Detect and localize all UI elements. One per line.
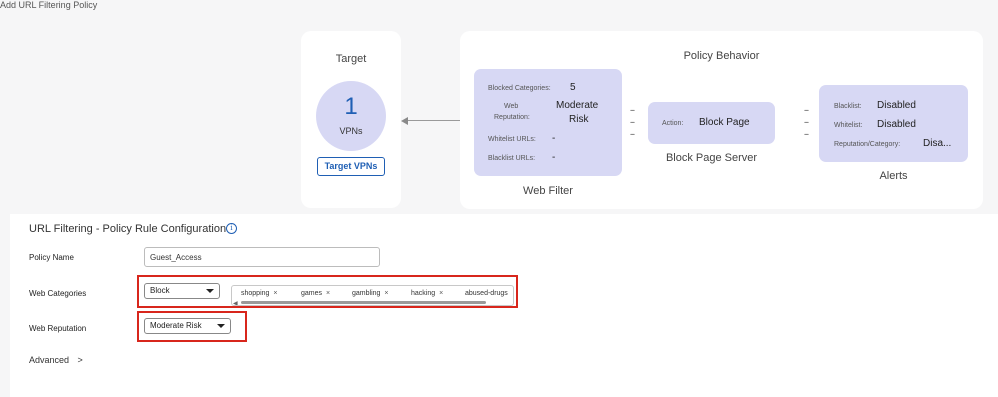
action-value: Block Page (699, 117, 750, 128)
category-tag: shopping × (241, 290, 278, 297)
target-count: 1 (344, 93, 358, 120)
scroll-left-icon[interactable]: ◀ (233, 300, 238, 305)
category-tag: gambling × (352, 290, 389, 297)
alerts-box: Blacklist: Disabled Whitelist: Disabled … (819, 85, 968, 162)
web-reputation-value-line2: Risk (569, 114, 589, 125)
blacklist-urls-label: Blacklist URLs: (488, 155, 536, 162)
category-tag: games × (301, 290, 331, 297)
web-categories-tags-field[interactable]: shopping × games × gambling × hacking × abus… (231, 285, 514, 306)
blocked-categories-value: 5 (570, 82, 576, 93)
chevron-right-icon: > (77, 355, 83, 365)
policy-name-label: Policy Name (29, 253, 74, 262)
target-vpn-count-circle: 1 VPNs (316, 81, 386, 151)
remove-tag-icon[interactable]: × (273, 290, 277, 297)
chevron-down-icon (217, 324, 225, 328)
tags-scrollbar-thumb[interactable] (241, 301, 486, 304)
connector-dashes-right: -- -- -- (804, 105, 809, 139)
alerts-caption: Alerts (879, 170, 908, 182)
alert-blacklist-label: Blacklist: (834, 103, 862, 110)
target-unit: VPNs (339, 126, 363, 136)
alert-blacklist-value: Disabled (877, 100, 916, 111)
action-label: Action: (662, 120, 684, 127)
alert-reputation-value: Disa... (923, 138, 952, 149)
block-page-server-caption: Block Page Server (665, 152, 758, 164)
alert-whitelist-label: Whitelist: (834, 122, 863, 129)
arrow-left-icon (401, 117, 408, 125)
blocked-categories-label: Blocked Categories: (488, 85, 551, 92)
web-reputation-select[interactable]: Moderate Risk (144, 318, 231, 334)
config-section-title: URL Filtering - Policy Rule Configuratio… (29, 223, 227, 235)
alert-reputation-label: Reputation/Category: (834, 141, 901, 148)
advanced-label: Advanced (29, 355, 70, 365)
web-filter-caption: Web Filter (523, 185, 573, 197)
category-tag: hacking × (411, 290, 444, 297)
block-page-box: Action: Block Page (648, 102, 775, 144)
blacklist-urls-value: - (552, 152, 556, 163)
web-reputation-label-line2: Reputation: (494, 114, 530, 121)
connector-arrow-line (404, 120, 460, 121)
web-categories-action-select[interactable]: Block (144, 283, 220, 299)
web-reputation-value: Moderate Risk (150, 321, 202, 330)
page-title: Add URL Filtering Policy (0, 0, 98, 10)
target-vpns-button[interactable]: Target VPNs (317, 157, 385, 176)
web-reputation-label-line1: Web (504, 103, 519, 110)
target-card: Target 1 VPNs Target VPNs (301, 31, 401, 208)
whitelist-urls-label: Whitelist URLs: (488, 136, 536, 143)
remove-tag-icon[interactable]: × (439, 290, 443, 297)
target-title: Target (335, 53, 367, 65)
web-reputation-value-line1: Moderate (556, 100, 599, 111)
whitelist-urls-value: - (552, 133, 556, 144)
remove-tag-icon[interactable]: × (326, 290, 330, 297)
web-filter-box: Blocked Categories: 5 Web Reputation: Mo… (474, 69, 622, 176)
web-categories-label: Web Categories (29, 289, 87, 298)
alert-whitelist-value: Disabled (877, 119, 916, 130)
web-reputation-label: Web Reputation (29, 324, 87, 333)
advanced-toggle[interactable]: Advanced > (29, 355, 83, 365)
web-categories-action-value: Block (150, 286, 170, 295)
tags-scrollbar[interactable]: ◀ (233, 300, 509, 305)
policy-behavior-card: Policy Behavior Blocked Categories: 5 We… (460, 31, 983, 209)
remove-tag-icon[interactable]: × (384, 290, 388, 297)
connector-dashes-left: -- -- -- (630, 105, 635, 139)
category-tag: abused-drugs (465, 290, 508, 297)
chevron-down-icon (206, 289, 214, 293)
policy-name-input[interactable] (144, 247, 380, 267)
policy-behavior-title: Policy Behavior (683, 50, 760, 62)
info-icon[interactable]: i (226, 223, 237, 234)
